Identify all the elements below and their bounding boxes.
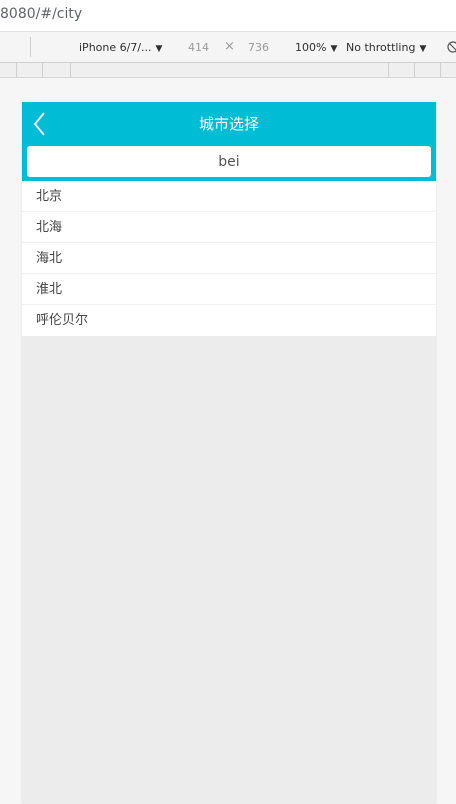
chevron-down-icon: ▼ — [330, 44, 338, 54]
ruler-tick — [388, 63, 389, 77]
chevron-down-icon: ▼ — [155, 44, 163, 54]
device-select[interactable]: iPhone 6/7/... ▼ — [79, 41, 162, 54]
viewport-ruler — [0, 63, 456, 78]
device-name: iPhone 6/7/... — [79, 41, 152, 54]
zoom-select[interactable]: 100% ▼ — [295, 41, 337, 54]
mobile-viewport: 城市选择 北京 北海 海北 淮北 呼伦贝尔 — [22, 102, 436, 804]
ruler-tick — [16, 63, 17, 77]
page-header: 城市选择 — [22, 102, 436, 146]
devtools-device-toolbar: iPhone 6/7/... ▼ 414 × 736 100% ▼ No throt… — [0, 32, 456, 63]
viewport-width-input[interactable]: 414 — [188, 41, 209, 54]
city-list-item[interactable]: 淮北 — [22, 274, 436, 305]
times-icon: × — [224, 39, 235, 54]
city-list-item[interactable]: 北海 — [22, 212, 436, 243]
city-list-item[interactable]: 呼伦贝尔 — [22, 305, 436, 336]
ruler-tick — [440, 63, 441, 77]
back-icon[interactable] — [30, 110, 58, 138]
search-bar — [22, 146, 436, 181]
page-title: 城市选择 — [198, 115, 259, 133]
ruler-tick — [42, 63, 43, 77]
viewport-height-input[interactable]: 736 — [248, 41, 269, 54]
zoom-value: 100% — [295, 41, 327, 54]
ruler-tick — [70, 63, 71, 77]
city-list-item[interactable]: 海北 — [22, 243, 436, 274]
toolbar-divider — [0, 37, 31, 57]
city-result-list: 北京 北海 海北 淮北 呼伦贝尔 — [22, 181, 436, 336]
throttling-value: No throttling — [346, 41, 416, 54]
browser-address-bar[interactable]: 8080/#/city — [0, 0, 456, 32]
city-search-input[interactable] — [27, 146, 431, 177]
ruler-tick — [414, 63, 415, 77]
throttling-select[interactable]: No throttling ▼ — [346, 41, 426, 54]
chevron-down-icon: ▼ — [419, 44, 427, 54]
city-list-item[interactable]: 北京 — [22, 181, 436, 212]
rotate-icon[interactable] — [446, 40, 456, 54]
address-url[interactable]: 8080/#/city — [0, 6, 82, 22]
